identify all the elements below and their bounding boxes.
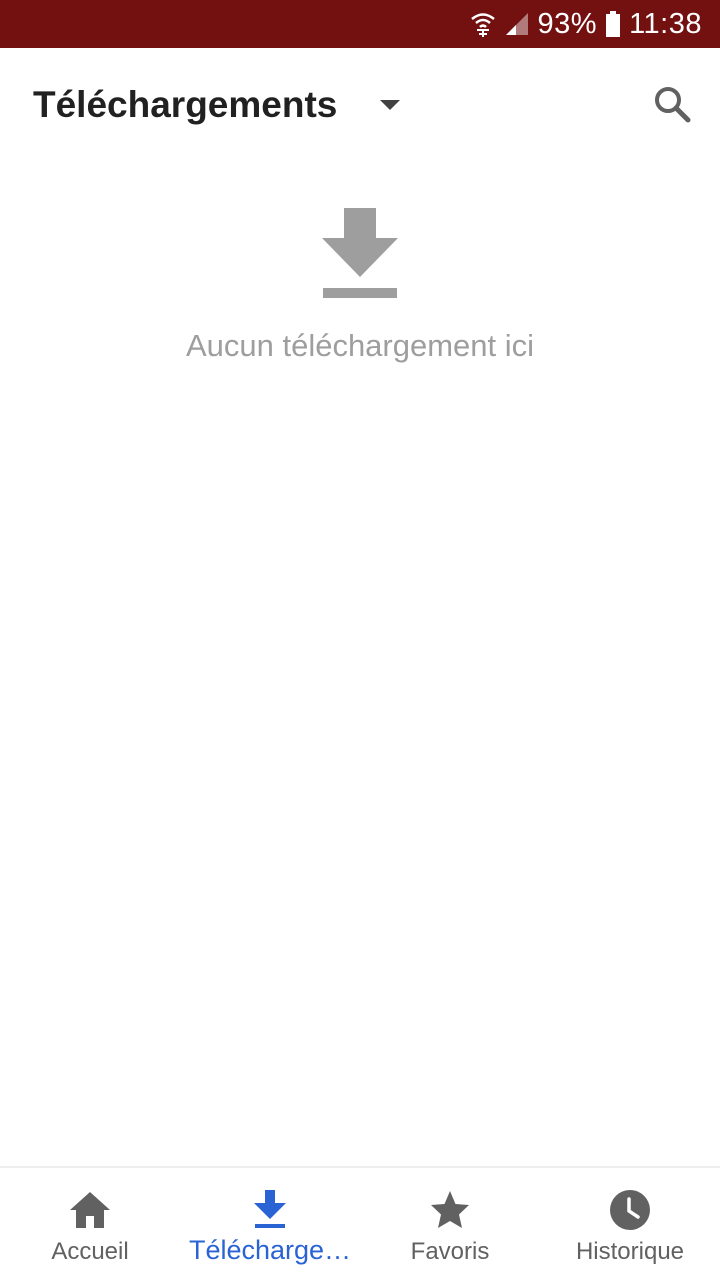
nav-label-telechargements: Télécharge… xyxy=(188,1235,352,1265)
empty-message: Aucun téléchargement ici xyxy=(185,328,535,363)
nav-item-telechargements[interactable]: Télécharge… xyxy=(180,1168,360,1280)
star-icon xyxy=(428,1188,472,1232)
dropdown-arrow-icon[interactable] xyxy=(378,98,402,112)
clock-icon xyxy=(608,1188,652,1232)
download-icon xyxy=(248,1188,292,1232)
nav-label-historique: Historique xyxy=(575,1238,685,1265)
download-icon xyxy=(320,200,400,300)
search-icon[interactable] xyxy=(650,82,694,126)
status-indicators: 93% 11:38 xyxy=(470,0,702,48)
clock-time: 11:38 xyxy=(629,7,702,40)
nav-item-accueil[interactable]: Accueil xyxy=(0,1168,180,1280)
status-bar: 93% 11:38 xyxy=(0,0,720,48)
wifi-calling-icon xyxy=(470,10,496,38)
nav-item-favoris[interactable]: Favoris xyxy=(360,1168,540,1280)
nav-label-favoris: Favoris xyxy=(410,1238,490,1265)
app-bar: Téléchargements xyxy=(0,48,720,164)
page-title[interactable]: Téléchargements xyxy=(33,84,337,126)
battery-percent: 93% xyxy=(537,7,598,40)
signal-icon xyxy=(504,11,530,37)
home-icon xyxy=(68,1188,112,1232)
bottom-navigation: Accueil Télécharge… Favoris Historique xyxy=(0,1166,720,1280)
nav-item-historique[interactable]: Historique xyxy=(540,1168,720,1280)
battery-icon xyxy=(605,11,621,37)
nav-label-accueil: Accueil xyxy=(51,1238,129,1265)
screen: 93% 11:38 Téléchargements Aucun téléchar… xyxy=(0,0,720,1280)
empty-state: Aucun téléchargement ici xyxy=(0,200,720,364)
